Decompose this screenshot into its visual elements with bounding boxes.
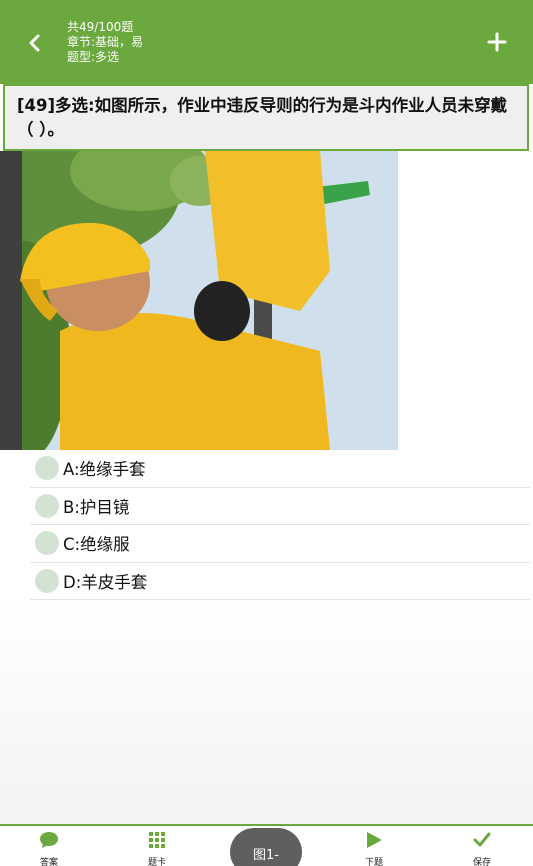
chapter-label: 章节:基础，易 bbox=[67, 35, 144, 49]
radio-circle[interactable] bbox=[35, 456, 59, 481]
card-tab[interactable]: 题卡 bbox=[127, 830, 187, 866]
back-button[interactable] bbox=[20, 28, 50, 58]
next-tab[interactable]: 下题 bbox=[344, 830, 404, 866]
grid-icon bbox=[149, 832, 165, 848]
option-label: A:绝缘手套 bbox=[63, 460, 146, 480]
question-count: 共49/100题 bbox=[67, 20, 134, 34]
radio-circle[interactable] bbox=[35, 493, 59, 518]
save-label: 保存 bbox=[472, 858, 491, 866]
top-bar: 共49/100题 章节:基础，易 题型:多选 bbox=[0, 0, 533, 84]
chat-bubble-icon bbox=[40, 832, 58, 848]
option-label: C:绝缘服 bbox=[63, 535, 130, 555]
radio-circle[interactable] bbox=[35, 568, 59, 593]
option-label: B:护目镜 bbox=[63, 497, 130, 517]
option-d[interactable]: D:羊皮手套 bbox=[30, 563, 530, 600]
radio-circle[interactable] bbox=[35, 531, 59, 556]
option-label: D:羊皮手套 bbox=[63, 572, 148, 592]
chevron-left-icon bbox=[29, 34, 40, 52]
save-tab[interactable]: 保存 bbox=[452, 830, 512, 866]
card-label: 题卡 bbox=[147, 858, 166, 866]
option-a[interactable]: A:绝缘手套 bbox=[30, 450, 530, 488]
figure-button[interactable]: 图1- bbox=[230, 828, 302, 866]
question-info: 共49/100题 章节:基础，易 题型:多选 bbox=[67, 20, 143, 65]
add-button[interactable] bbox=[483, 28, 511, 56]
question-type: 题型:多选 bbox=[67, 50, 120, 64]
play-icon bbox=[367, 832, 382, 848]
question-text: [49]多选:如图所示，作业中违反导则的行为是斗内作业人员未穿戴（ ）。 bbox=[3, 84, 529, 151]
option-c[interactable]: C:绝缘服 bbox=[30, 525, 530, 563]
answer-label: 答案 bbox=[39, 858, 58, 866]
options-list: A:绝缘手套 B:护目镜 C:绝缘服 D:羊皮手套 bbox=[30, 450, 530, 600]
screen: 共49/100题 章节:基础，易 题型:多选 [49]多选:如图所示，作业中违反… bbox=[0, 0, 533, 866]
question-image bbox=[0, 151, 398, 450]
option-b[interactable]: B:护目镜 bbox=[30, 488, 530, 525]
next-label: 下题 bbox=[364, 858, 383, 866]
checkmark-icon bbox=[473, 832, 491, 847]
worker-photo bbox=[0, 151, 398, 450]
plus-icon bbox=[487, 32, 507, 52]
answer-tab[interactable]: 答案 bbox=[19, 830, 79, 866]
